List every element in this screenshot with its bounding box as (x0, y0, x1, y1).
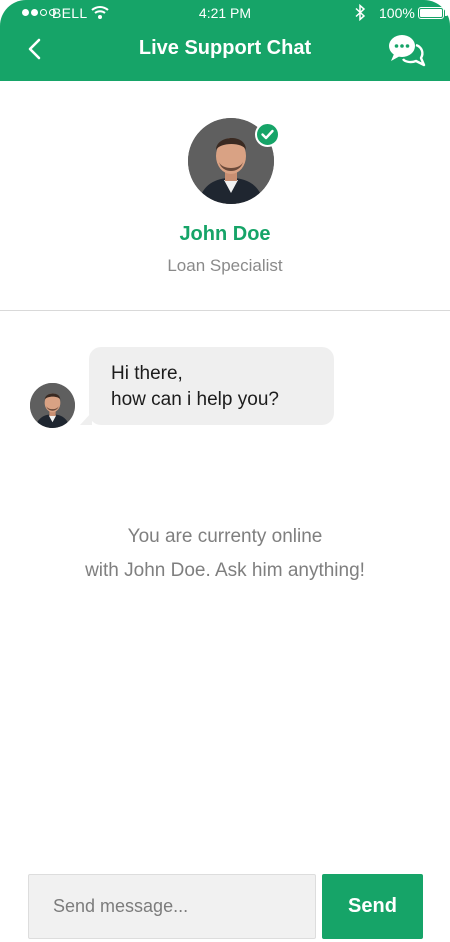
chat-bubbles-icon[interactable] (386, 32, 426, 70)
battery-percent: 100% (379, 5, 415, 21)
online-status-note: You are currenty online with John Doe. A… (0, 520, 450, 588)
message-input[interactable] (28, 874, 316, 939)
message-line: Hi there, (111, 363, 183, 384)
online-note-line-1: You are currenty online (127, 526, 323, 547)
app-header: BELL 4:21 PM 100% Live Support Chat (0, 0, 450, 81)
battery-icon (418, 7, 448, 19)
agent-avatar-wrapper (188, 118, 280, 204)
message-line: how can i help you? (111, 389, 279, 410)
bluetooth-icon (355, 4, 366, 21)
send-button[interactable]: Send (322, 874, 423, 939)
check-badge-icon (255, 122, 280, 147)
person-photo-icon (30, 383, 75, 428)
message-avatar (30, 383, 75, 428)
agent-name: John Doe (179, 223, 271, 245)
status-bar: BELL 4:21 PM 100% (0, 0, 450, 26)
online-note-line-2: with John Doe. Ask him anything! (85, 560, 365, 581)
message-bubble: Hi there, how can i help you? (89, 347, 334, 425)
agent-profile: John Doe Loan Specialist (0, 81, 450, 311)
page-title: Live Support Chat (138, 37, 312, 59)
agent-role: Loan Specialist (167, 256, 283, 275)
